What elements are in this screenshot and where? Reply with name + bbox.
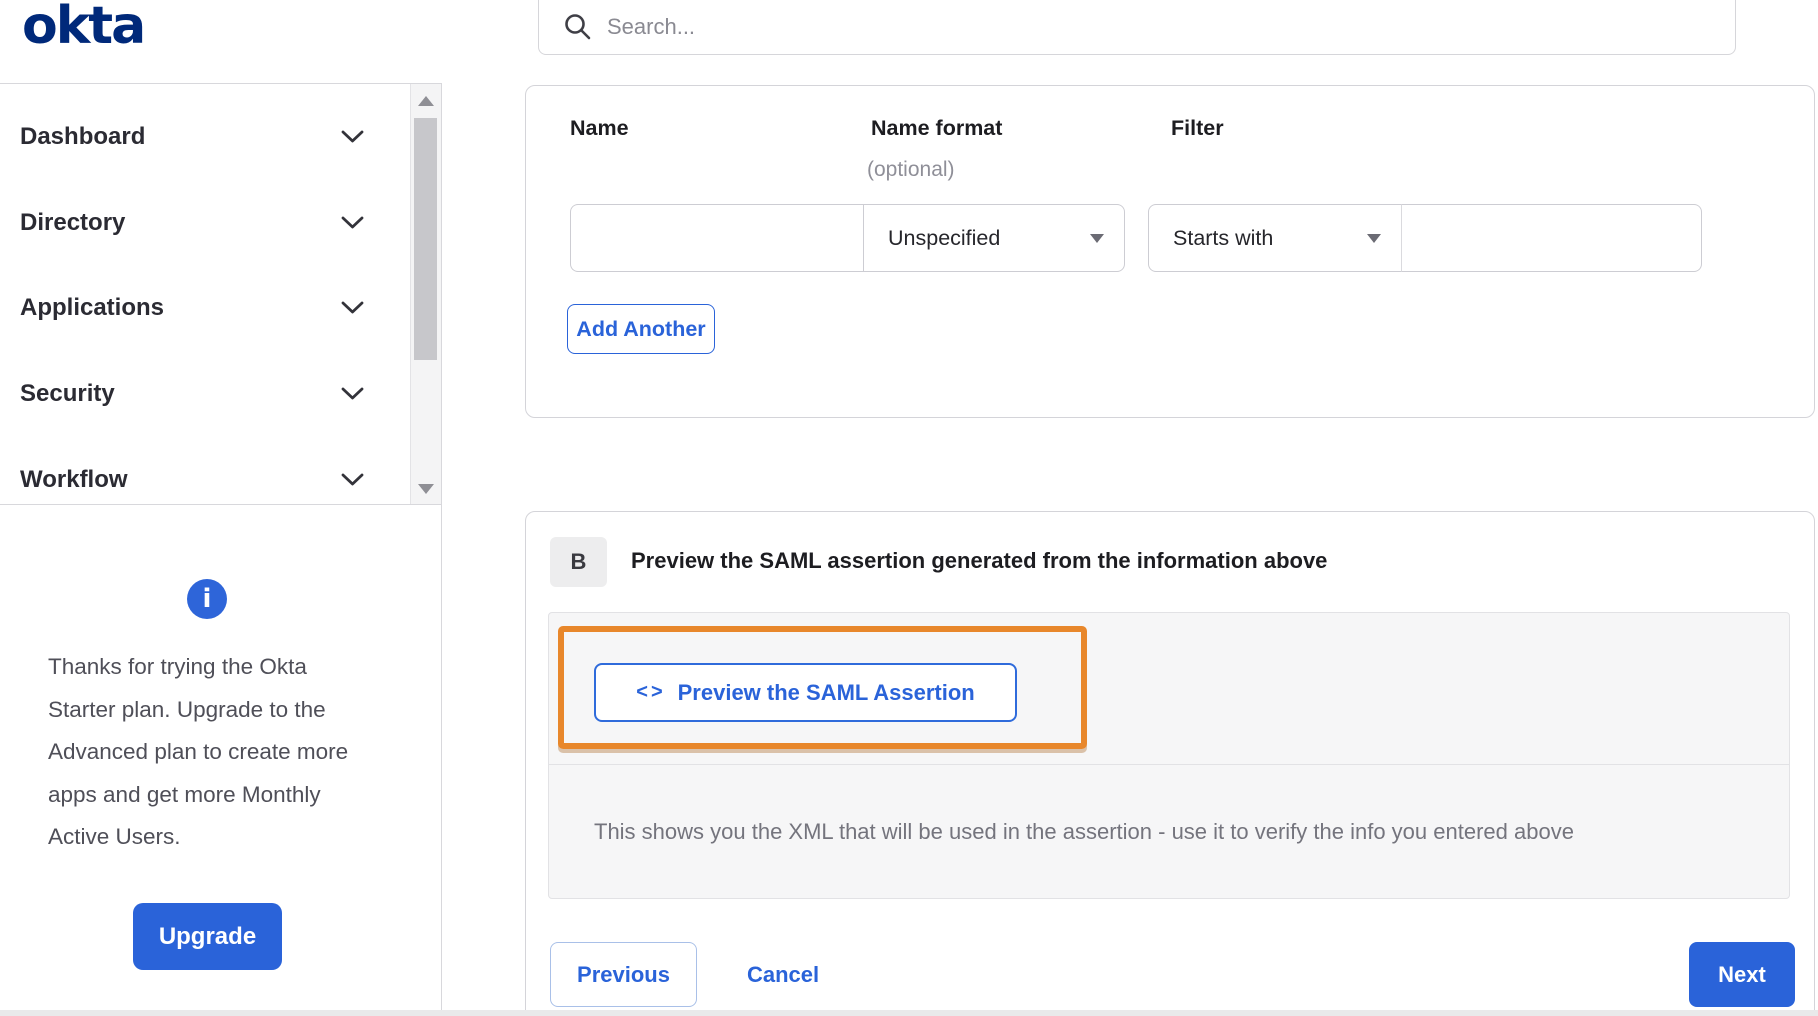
previous-button[interactable]: Previous	[550, 942, 697, 1007]
filter-column-label: Filter	[1171, 116, 1224, 140]
global-search[interactable]	[538, 0, 1736, 55]
preview-saml-card: B Preview the SAML assertion generated f…	[525, 511, 1815, 1016]
sidebar-item-label: Workflow	[20, 465, 128, 493]
add-another-button[interactable]: Add Another	[567, 304, 715, 354]
okta-admin-screen: okta Dashboard Directory Applications Se…	[0, 0, 1818, 1016]
sidebar-item-workflow[interactable]: Workflow	[0, 437, 410, 504]
scroll-up-icon[interactable]	[418, 96, 434, 106]
filter-operator-select[interactable]: Starts with	[1148, 204, 1402, 272]
upgrade-button[interactable]: Upgrade	[133, 903, 282, 970]
name-format-selected-value: Unspecified	[888, 225, 1001, 250]
name-format-column-label: Name format	[871, 116, 1003, 140]
chevron-down-icon	[341, 473, 364, 486]
info-icon: i	[187, 579, 227, 619]
dropdown-caret-icon	[1090, 234, 1104, 243]
chevron-down-icon	[341, 216, 364, 229]
sidebar-item-directory[interactable]: Directory	[0, 180, 410, 266]
dropdown-caret-icon	[1367, 234, 1381, 243]
sidebar-item-label: Directory	[20, 208, 126, 236]
upsell-message: Thanks for trying the Okta Starter plan.…	[48, 654, 349, 849]
name-column-label: Name	[570, 116, 629, 140]
search-input[interactable]	[607, 13, 1715, 40]
filter-value-input[interactable]	[1401, 204, 1702, 272]
code-icon: <>	[636, 681, 666, 703]
scroll-down-icon[interactable]	[418, 484, 434, 494]
search-icon	[565, 13, 591, 39]
preview-section-title: Preview the SAML assertion generated fro…	[631, 548, 1328, 573]
sidebar-item-security[interactable]: Security	[0, 351, 410, 437]
cancel-link[interactable]: Cancel	[747, 942, 819, 1007]
chevron-down-icon	[341, 387, 364, 400]
preview-button-label: Preview the SAML Assertion	[677, 679, 975, 705]
sidebar-item-dashboard[interactable]: Dashboard	[0, 94, 410, 180]
sidebar-item-label: Security	[20, 380, 115, 408]
step-b-badge: B	[550, 537, 607, 587]
preview-saml-assertion-button[interactable]: <> Preview the SAML Assertion	[594, 663, 1017, 722]
preview-hint-text: This shows you the XML that will be used…	[594, 819, 1574, 844]
attribute-name-input[interactable]	[570, 204, 864, 272]
name-format-select[interactable]: Unspecified	[863, 204, 1125, 272]
sidebar-nav: Dashboard Directory Applications Securit…	[0, 84, 410, 504]
sidebar: Dashboard Directory Applications Securit…	[0, 83, 441, 505]
name-format-optional-label: (optional)	[867, 158, 955, 181]
okta-logo[interactable]: okta	[22, 0, 146, 56]
filter-operator-selected-value: Starts with	[1173, 225, 1274, 250]
chevron-down-icon	[341, 301, 364, 314]
sidebar-divider	[441, 83, 442, 1016]
horizontal-scrollbar-track[interactable]	[0, 1010, 1818, 1016]
preview-assertion-panel: <> Preview the SAML Assertion This shows…	[548, 612, 1790, 899]
sidebar-scrollbar[interactable]	[410, 84, 441, 504]
chevron-down-icon	[341, 130, 364, 143]
sidebar-item-applications[interactable]: Applications	[0, 266, 410, 352]
sidebar-item-label: Dashboard	[20, 122, 146, 150]
next-button[interactable]: Next	[1689, 942, 1795, 1007]
scrollbar-thumb[interactable]	[414, 118, 437, 360]
attribute-statements-card: Name Name format (optional) Filter Unspe…	[525, 85, 1815, 418]
sidebar-item-label: Applications	[20, 294, 165, 322]
